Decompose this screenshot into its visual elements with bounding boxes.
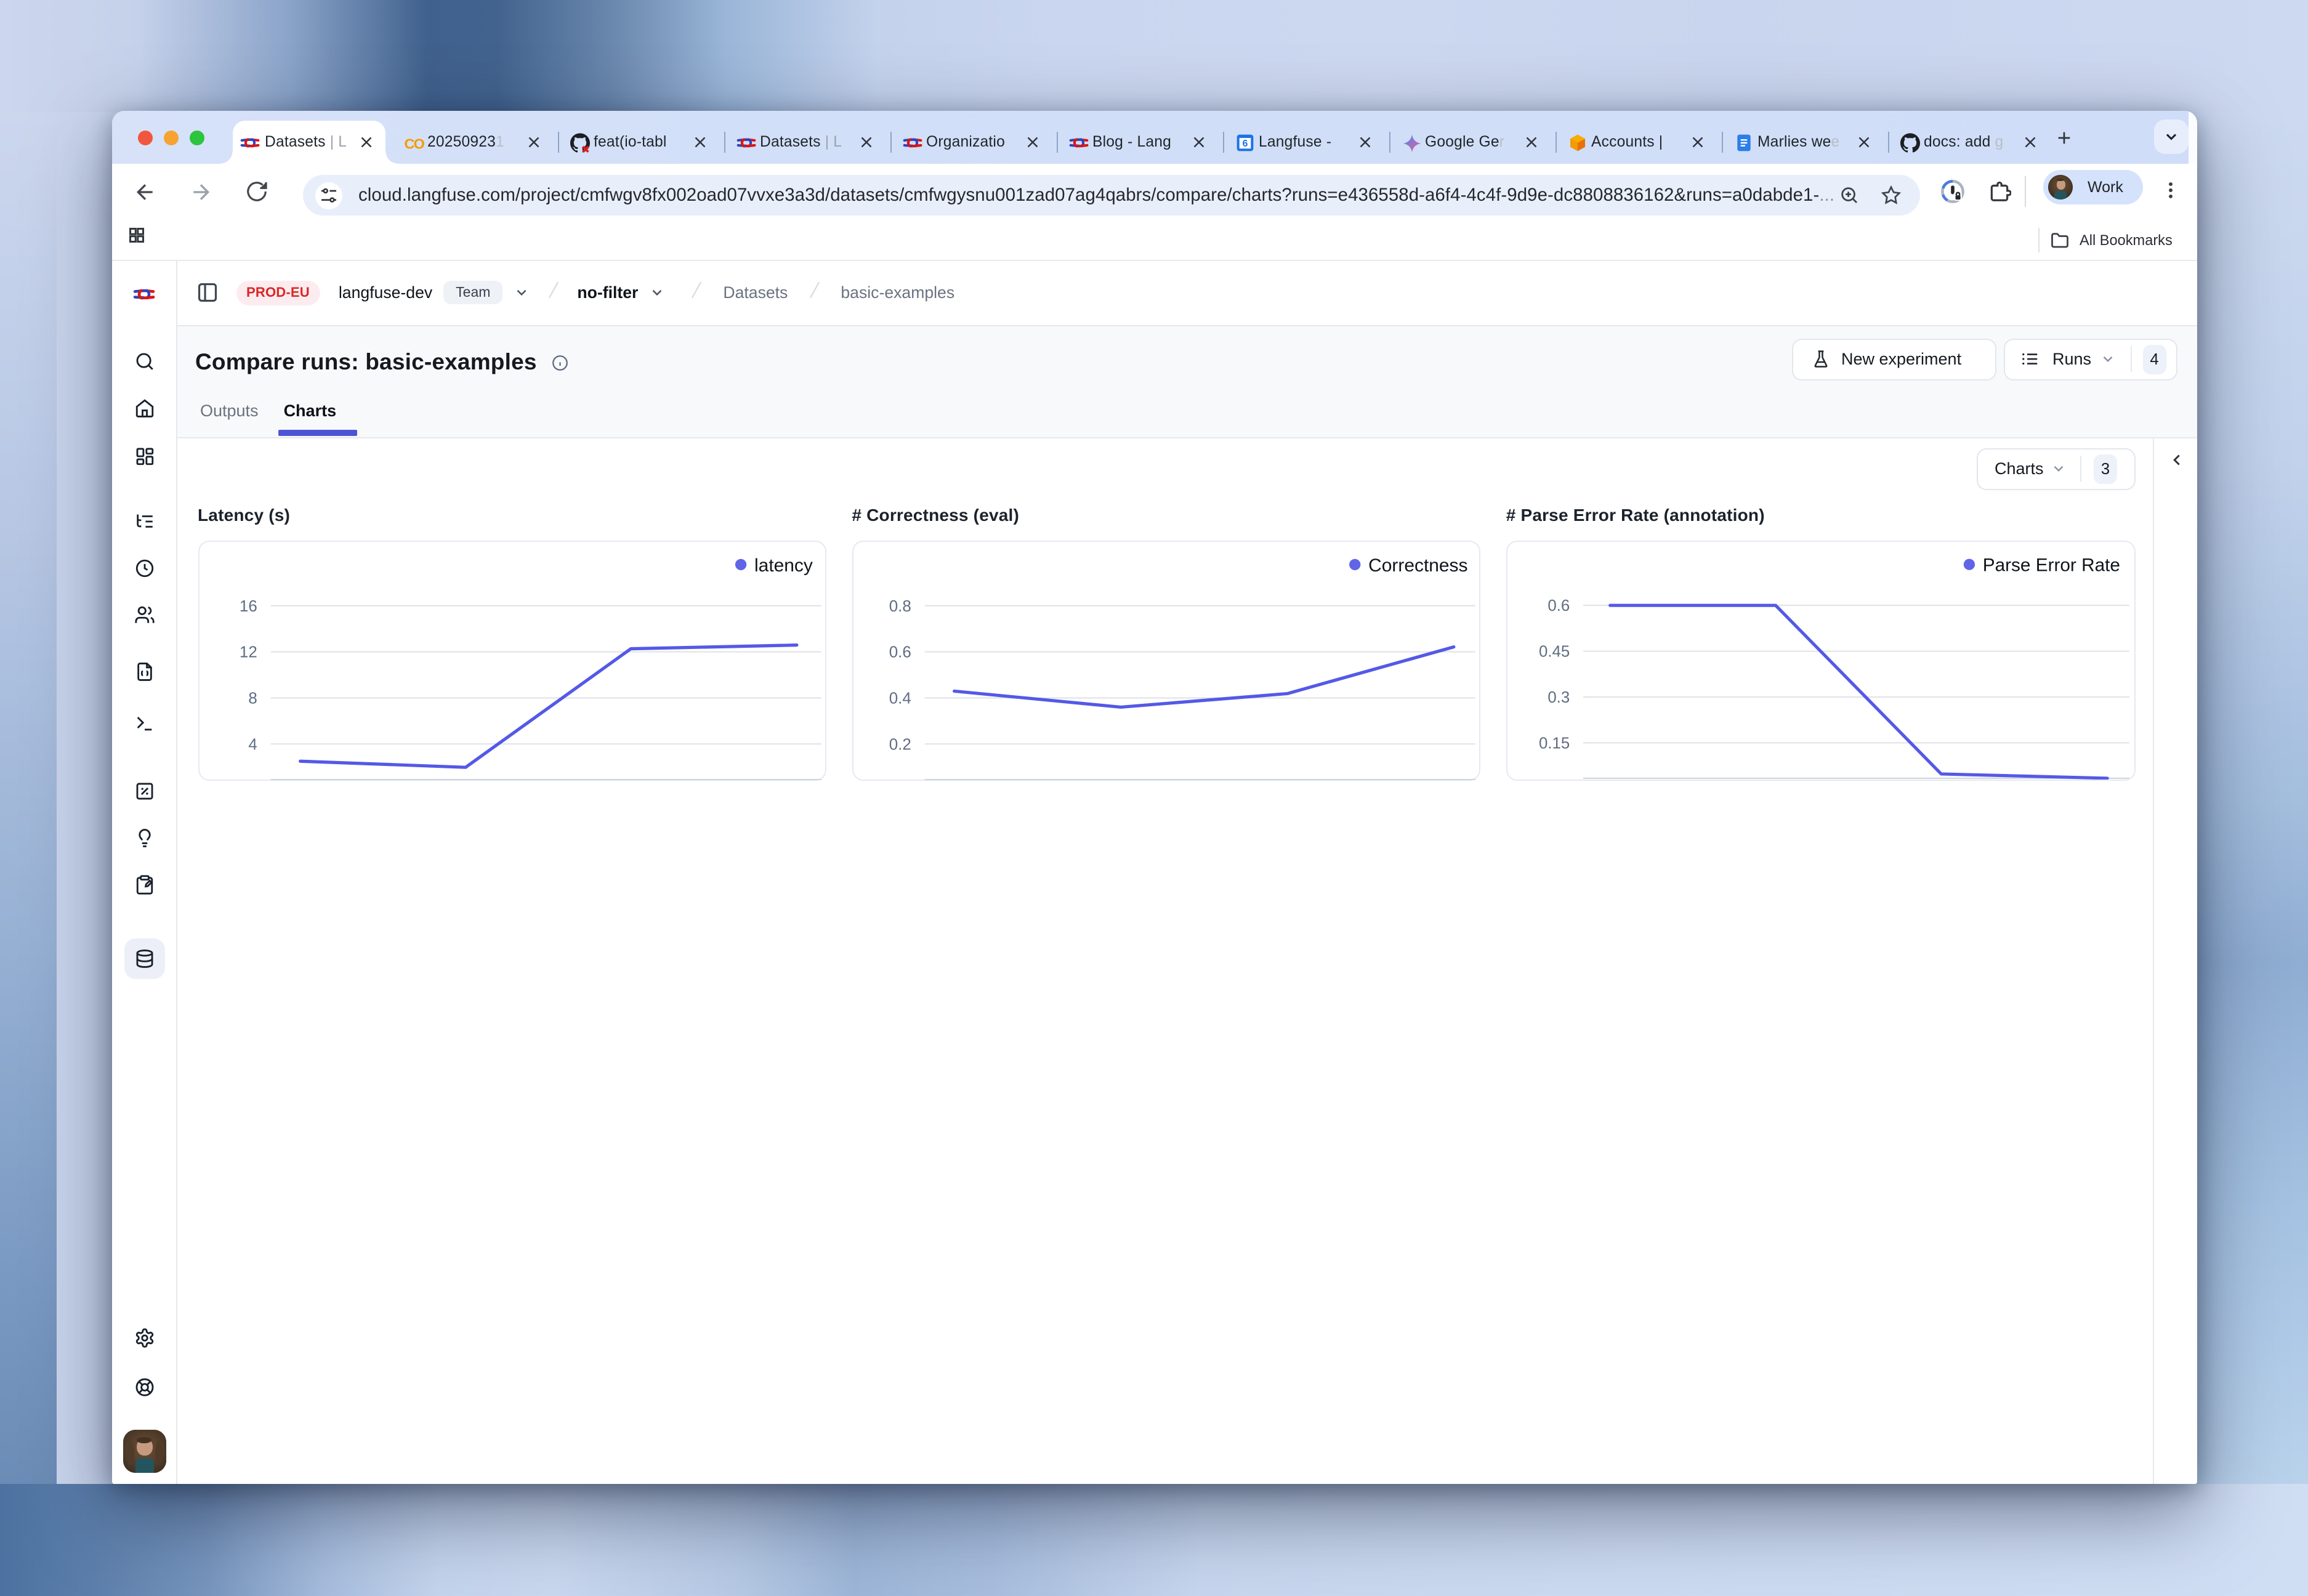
svg-text:12: 12: [239, 644, 257, 661]
svg-text:0.15: 0.15: [1539, 735, 1570, 752]
svg-text:0.6: 0.6: [1547, 597, 1570, 615]
svg-text:Correctness: Correctness: [1368, 555, 1467, 576]
svg-text:CO: CO: [403, 135, 424, 151]
svg-text:0.8: 0.8: [889, 598, 911, 615]
svg-text:4: 4: [248, 736, 256, 753]
svg-text:6: 6: [1242, 138, 1248, 148]
svg-text:0.3: 0.3: [1547, 689, 1570, 706]
svg-text:0.4: 0.4: [889, 690, 911, 707]
svg-text:8: 8: [248, 690, 256, 707]
svg-text:0.2: 0.2: [889, 736, 911, 753]
svg-text:16: 16: [239, 598, 257, 615]
svg-text:latency: latency: [754, 555, 812, 576]
svg-text:0.6: 0.6: [889, 644, 911, 661]
svg-text:Parse Error Rate: Parse Error Rate: [1982, 555, 2120, 576]
svg-text:0.45: 0.45: [1539, 643, 1570, 660]
